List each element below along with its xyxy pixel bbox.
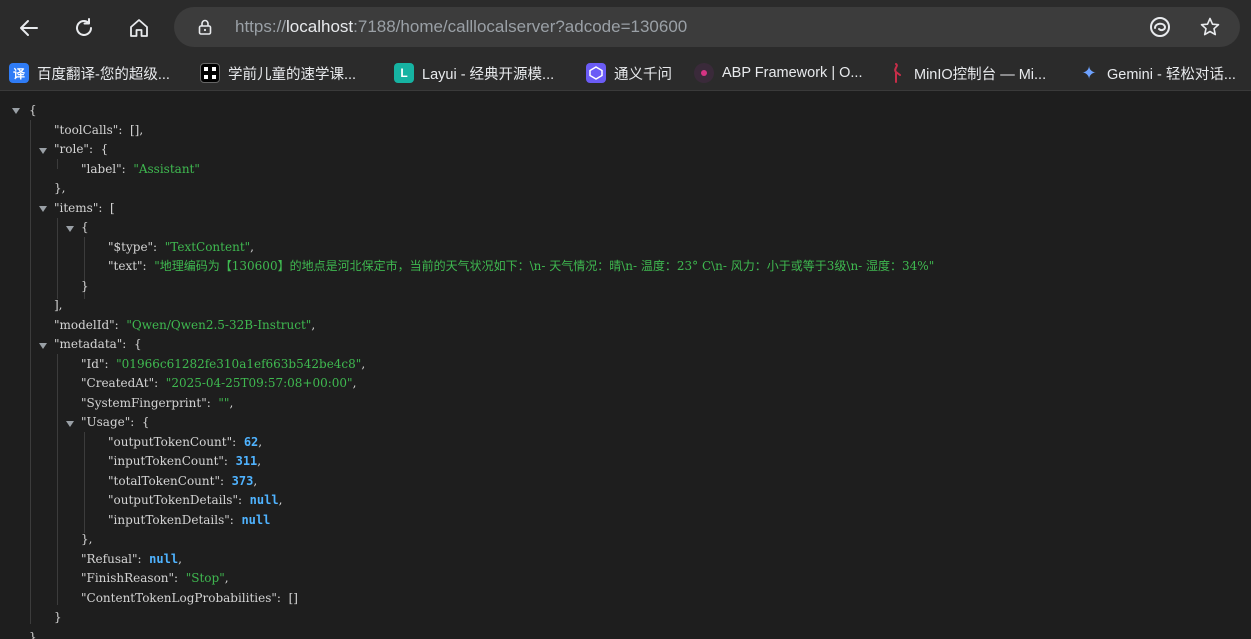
collapse-toggle-items[interactable] [39,206,47,212]
json-line-items-close: ], [54,298,63,312]
json-line-metadata: "metadata": { [54,337,142,351]
bookmark-label: Gemini - 轻松对话... [1107,66,1236,83]
abp-icon [694,63,714,83]
tongyi-icon [586,63,606,83]
minio-icon [886,63,906,83]
collapse-toggle-item-0[interactable] [66,226,74,232]
json-line-item-close: } [81,279,89,293]
bookmark-label: ABP Framework | O... [722,65,863,81]
back-button[interactable] [11,10,47,46]
bookmark-label: 通义千问 [614,66,672,83]
star-icon[interactable] [1199,16,1221,38]
json-line-modelid: "modelId": "Qwen/Qwen2.5-32B-Instruct", [54,318,316,332]
gemini-icon: ✦ [1081,62,1097,83]
json-line-inputtokencount: "inputTokenCount": 311, [108,454,262,468]
json-line-contenttokenlogprobabilities: "ContentTokenLogProbabilities": [] [81,591,298,605]
reload-icon [76,18,92,36]
json-line-outputtokencount: "outputTokenCount": 62, [108,435,263,449]
url-text[interactable]: https://localhost:7188/home/calllocalser… [235,7,687,47]
json-line-createdat: "CreatedAt": "2025-04-25T09:57:08+00:00"… [81,376,357,390]
collapse-toggle-role[interactable] [39,148,47,154]
indent-guide [30,120,31,624]
json-line-item-text: "text": "地理编码为【130600】的地点是河北保定市，当前的天气状况如… [108,259,935,273]
code-grid-icon [200,63,220,83]
collapse-toggle-usage[interactable] [66,421,74,427]
bookmark-baidu-translate[interactable]: 译 百度翻译-您的超级... [9,62,170,84]
back-arrow-icon [20,20,38,36]
json-line-finishreason: "FinishReason": "Stop", [81,571,229,585]
address-bar[interactable]: https://localhost:7188/home/calllocalser… [174,7,1240,47]
json-line-totaltokencount: "totalTokenCount": 373, [108,474,258,488]
home-button[interactable] [121,10,157,46]
bookmarks-bar: 译 百度翻译-您的超级... 学前儿童的速学课... L Layui - 经典开… [0,56,1251,91]
json-line-toolcalls: "toolCalls": [], [54,123,144,137]
baidu-translate-icon: 译 [9,63,29,83]
json-line-items: "items": [ [54,201,115,215]
json-line-role-label: "label": "Assistant" [81,162,200,176]
bookmark-label: MinIO控制台 — Mi... [914,66,1047,83]
json-line-systemfingerprint: "SystemFingerprint": "", [81,396,234,410]
json-line-item-open: { [81,220,89,234]
indent-guide [57,159,58,169]
indent-guide [84,432,85,533]
json-line-usage: "Usage": { [81,415,150,429]
bookmark-minio[interactable]: MinIO控制台 — Mi... [886,62,1046,84]
lock-icon[interactable] [196,18,214,36]
indent-guide [57,354,58,605]
bookmark-label: 百度翻译-您的超级... [37,66,170,83]
bookmark-layui[interactable]: L Layui - 经典开源模... [394,62,554,84]
json-line-role-close: }, [54,181,66,195]
bookmark-label: Layui - 经典开源模... [422,66,555,83]
json-viewer: { "toolCalls": [], "role": { "label": "A… [0,91,1251,639]
collapse-toggle-metadata[interactable] [39,343,47,349]
home-icon [130,19,148,37]
bookmark-code-course[interactable]: 学前儿童的速学课... [200,62,356,84]
json-line-item-type: "$type": "TextContent", [108,240,254,254]
json-line-id: "Id": "01966c61282fe310a1ef663b542be4c8"… [81,357,366,371]
json-line-inputtokendetails: "inputTokenDetails": null [108,513,271,527]
indent-guide [57,218,58,299]
bookmark-label: 学前儿童的速学课... [228,66,357,83]
browser-toolbar: https://localhost:7188/home/calllocalser… [0,0,1251,56]
bookmark-gemini[interactable]: ✦ Gemini - 轻松对话... [1079,62,1236,84]
edge-extension-icon[interactable] [1149,16,1171,38]
json-line-root-open: { [29,103,37,117]
layui-icon: L [394,63,414,83]
collapse-toggle-root[interactable] [12,108,20,114]
json-line-root-close: } [29,630,37,639]
json-line-outputtokendetails: "outputTokenDetails": null, [108,493,283,507]
json-line-metadata-close: } [54,610,62,624]
json-line-refusal: "Refusal": null, [81,552,182,566]
json-line-role: "role": { [54,142,109,156]
bookmark-abp[interactable]: ABP Framework | O... [694,62,862,84]
reload-button[interactable] [66,10,102,46]
bookmark-tongyi[interactable]: 通义千问 [586,62,672,84]
json-line-usage-close: }, [81,532,93,546]
